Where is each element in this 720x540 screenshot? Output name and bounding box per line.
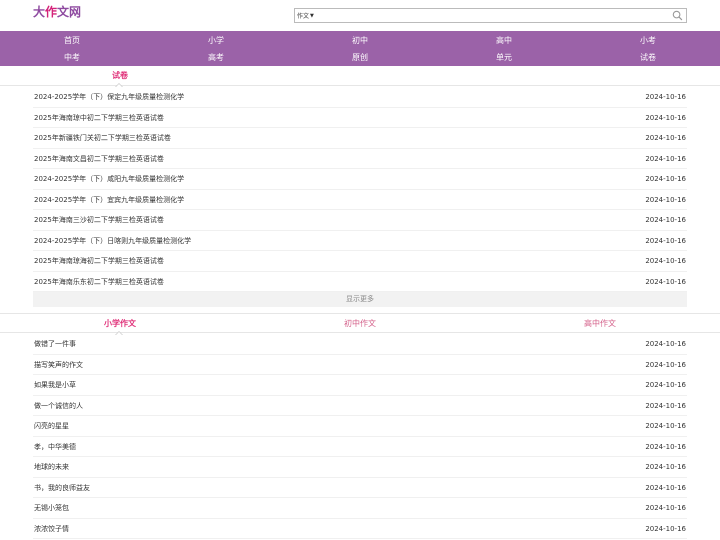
tab-exam[interactable]: 试卷 bbox=[80, 66, 160, 87]
list-item-title[interactable]: 描写笑声的作文 bbox=[34, 355, 83, 375]
chevron-down-icon: ▼ bbox=[310, 12, 314, 19]
list-item-date: 2024-10-16 bbox=[645, 154, 686, 163]
show-more-button[interactable]: 显示更多 bbox=[33, 292, 687, 307]
list-item[interactable]: 如果我是小草 2024-10-16 bbox=[33, 375, 687, 396]
list-item-title[interactable]: 2025年海南文昌初二下学期三检英语试卷 bbox=[34, 149, 164, 169]
list-item-title[interactable]: 2024-2025学年（下）保定九年级质量检测化学 bbox=[34, 87, 184, 107]
list-item[interactable]: 2024-2025学年（下）日喀则九年级质量检测化学 2024-10-16 bbox=[33, 231, 687, 251]
search-bar: 作文 ▼ bbox=[294, 8, 687, 23]
nav-item-junior[interactable]: 初中 bbox=[330, 33, 390, 49]
list-item[interactable]: 做一个诚信的人 2024-10-16 bbox=[33, 396, 687, 416]
search-input[interactable] bbox=[319, 10, 669, 21]
list-item-date: 2024-10-16 bbox=[645, 216, 686, 224]
list-item[interactable]: 孝，中华美德 2024-10-16 bbox=[33, 437, 687, 457]
nav-item-primary[interactable]: 小学 bbox=[186, 33, 246, 49]
list-item-date: 2024-10-16 bbox=[645, 113, 686, 122]
nav-item-gaokao[interactable]: 高考 bbox=[186, 50, 246, 66]
list-item-title[interactable]: 闪亮的星星 bbox=[34, 416, 69, 436]
list-item[interactable]: 2025年海南琼海初二下学期三检英语试卷 2024-10-16 bbox=[33, 251, 687, 272]
nav-row-2: 中考 高考 原创 单元 试卷 bbox=[0, 50, 720, 66]
list-item[interactable]: 2025年海南乐东初二下学期三检英语试卷 2024-10-16 bbox=[33, 272, 687, 292]
nav-item-original[interactable]: 原创 bbox=[330, 50, 390, 66]
list-item[interactable]: 2025年海南文昌初二下学期三检英语试卷 2024-10-16 bbox=[33, 149, 687, 169]
list-item-title[interactable]: 如果我是小草 bbox=[34, 375, 76, 395]
logo-text: 大作文网 bbox=[33, 5, 82, 19]
list-item-date: 2024-10-16 bbox=[645, 401, 686, 410]
list-item-title[interactable]: 无锡小笼包 bbox=[34, 498, 69, 518]
list-item[interactable]: 浓浓饺子情 2024-10-16 bbox=[33, 519, 687, 539]
list-item-date: 2024-10-16 bbox=[645, 236, 686, 245]
list-item-date: 2024-10-16 bbox=[645, 463, 686, 471]
list-item[interactable]: 无锡小笼包 2024-10-16 bbox=[33, 498, 687, 519]
list-item-date: 2024-10-16 bbox=[645, 257, 686, 265]
main-nav: 首页 小学 初中 高中 小考 中考 高考 原创 单元 试卷 bbox=[0, 31, 720, 66]
list-item[interactable]: 书，我的良师益友 2024-10-16 bbox=[33, 478, 687, 498]
list-item-title[interactable]: 2024-2025学年（下）日喀则九年级质量检测化学 bbox=[34, 231, 191, 251]
list-item[interactable]: 2025年海南三沙初二下学期三检英语试卷 2024-10-16 bbox=[33, 210, 687, 231]
list-item-title[interactable]: 2025年海南琼中初二下学期三检英语试卷 bbox=[34, 108, 164, 128]
list-item[interactable]: 2024-2025学年（下）保定九年级质量检测化学 2024-10-16 bbox=[33, 87, 687, 108]
list-item[interactable]: 2024-2025学年（下）宜宾九年级质量检测化学 2024-10-16 bbox=[33, 190, 687, 210]
nav-item-xiaokao[interactable]: 小考 bbox=[618, 33, 678, 49]
list-item-date: 2024-10-16 bbox=[645, 504, 686, 512]
essay-tabs: 小学作文 初中作文 高中作文 bbox=[0, 313, 720, 335]
list-item[interactable]: 闪亮的星星 2024-10-16 bbox=[33, 416, 687, 437]
list-item[interactable]: 2025年新疆铁门关初二下学期三检英语试卷 2024-10-16 bbox=[33, 128, 687, 149]
list-item[interactable]: 2024-2025学年（下）咸阳九年级质量检测化学 2024-10-16 bbox=[33, 169, 687, 190]
search-icon[interactable] bbox=[672, 10, 683, 21]
list-item-title[interactable]: 做一个诚信的人 bbox=[34, 396, 83, 416]
list-item-title[interactable]: 地球的未来 bbox=[34, 457, 69, 477]
list-item-title[interactable]: 做错了一件事 bbox=[34, 334, 76, 354]
list-item-date: 2024-10-16 bbox=[645, 483, 686, 492]
tab-primary-essay[interactable]: 小学作文 bbox=[80, 314, 160, 335]
list-item-date: 2024-10-16 bbox=[645, 93, 686, 101]
list-item-date: 2024-10-16 bbox=[645, 277, 686, 286]
list-item[interactable]: 2025年海南琼中初二下学期三检英语试卷 2024-10-16 bbox=[33, 108, 687, 128]
list-item-title[interactable]: 孝，中华美德 bbox=[34, 437, 76, 457]
list-item-title[interactable]: 2025年新疆铁门关初二下学期三检英语试卷 bbox=[34, 128, 171, 148]
nav-item-exam[interactable]: 试卷 bbox=[618, 50, 678, 66]
list-item[interactable]: 地球的未来 2024-10-16 bbox=[33, 457, 687, 478]
exam-list: 2024-2025学年（下）保定九年级质量检测化学 2024-10-16 2025年… bbox=[33, 87, 687, 292]
list-item[interactable]: 做错了一件事 2024-10-16 bbox=[33, 334, 687, 355]
nav-item-senior[interactable]: 高中 bbox=[474, 33, 534, 49]
essay-list: 做错了一件事 2024-10-16 描写笑声的作文 2024-10-16 如果我是小草 2… bbox=[33, 334, 687, 539]
nav-row-1: 首页 小学 初中 高中 小考 bbox=[0, 33, 720, 49]
list-item[interactable]: 描写笑声的作文 2024-10-16 bbox=[33, 355, 687, 375]
exam-tabs: 试卷 bbox=[0, 66, 720, 87]
search-category-select[interactable]: 作文 ▼ bbox=[296, 10, 315, 21]
header: 大作文网 作文 ▼ bbox=[0, 0, 720, 31]
list-item-title[interactable]: 书，我的良师益友 bbox=[34, 478, 90, 498]
nav-item-unit[interactable]: 单元 bbox=[474, 50, 534, 66]
nav-item-zhongkao[interactable]: 中考 bbox=[42, 50, 102, 66]
list-item-date: 2024-10-16 bbox=[645, 524, 686, 533]
list-item-date: 2024-10-16 bbox=[645, 381, 686, 389]
list-item-date: 2024-10-16 bbox=[645, 360, 686, 369]
list-item-title[interactable]: 2024-2025学年（下）宜宾九年级质量检测化学 bbox=[34, 190, 184, 210]
list-item-title[interactable]: 2025年海南琼海初二下学期三检英语试卷 bbox=[34, 251, 164, 271]
list-item-date: 2024-10-16 bbox=[645, 175, 686, 183]
list-item-title[interactable]: 浓浓饺子情 bbox=[34, 519, 69, 539]
site-logo[interactable]: 大作文网 bbox=[33, 5, 81, 23]
tab-junior-essay[interactable]: 初中作文 bbox=[320, 314, 400, 334]
list-item-date: 2024-10-16 bbox=[645, 340, 686, 348]
list-item-title[interactable]: 2025年海南三沙初二下学期三检英语试卷 bbox=[34, 210, 164, 230]
list-item-title[interactable]: 2025年海南乐东初二下学期三检英语试卷 bbox=[34, 272, 164, 292]
list-item-date: 2024-10-16 bbox=[645, 442, 686, 451]
list-item-date: 2024-10-16 bbox=[645, 195, 686, 204]
list-item-date: 2024-10-16 bbox=[645, 422, 686, 430]
tab-senior-essay[interactable]: 高中作文 bbox=[560, 314, 640, 334]
list-item-date: 2024-10-16 bbox=[645, 134, 686, 142]
nav-item-home[interactable]: 首页 bbox=[42, 33, 102, 49]
list-item-title[interactable]: 2024-2025学年（下）咸阳九年级质量检测化学 bbox=[34, 169, 184, 189]
